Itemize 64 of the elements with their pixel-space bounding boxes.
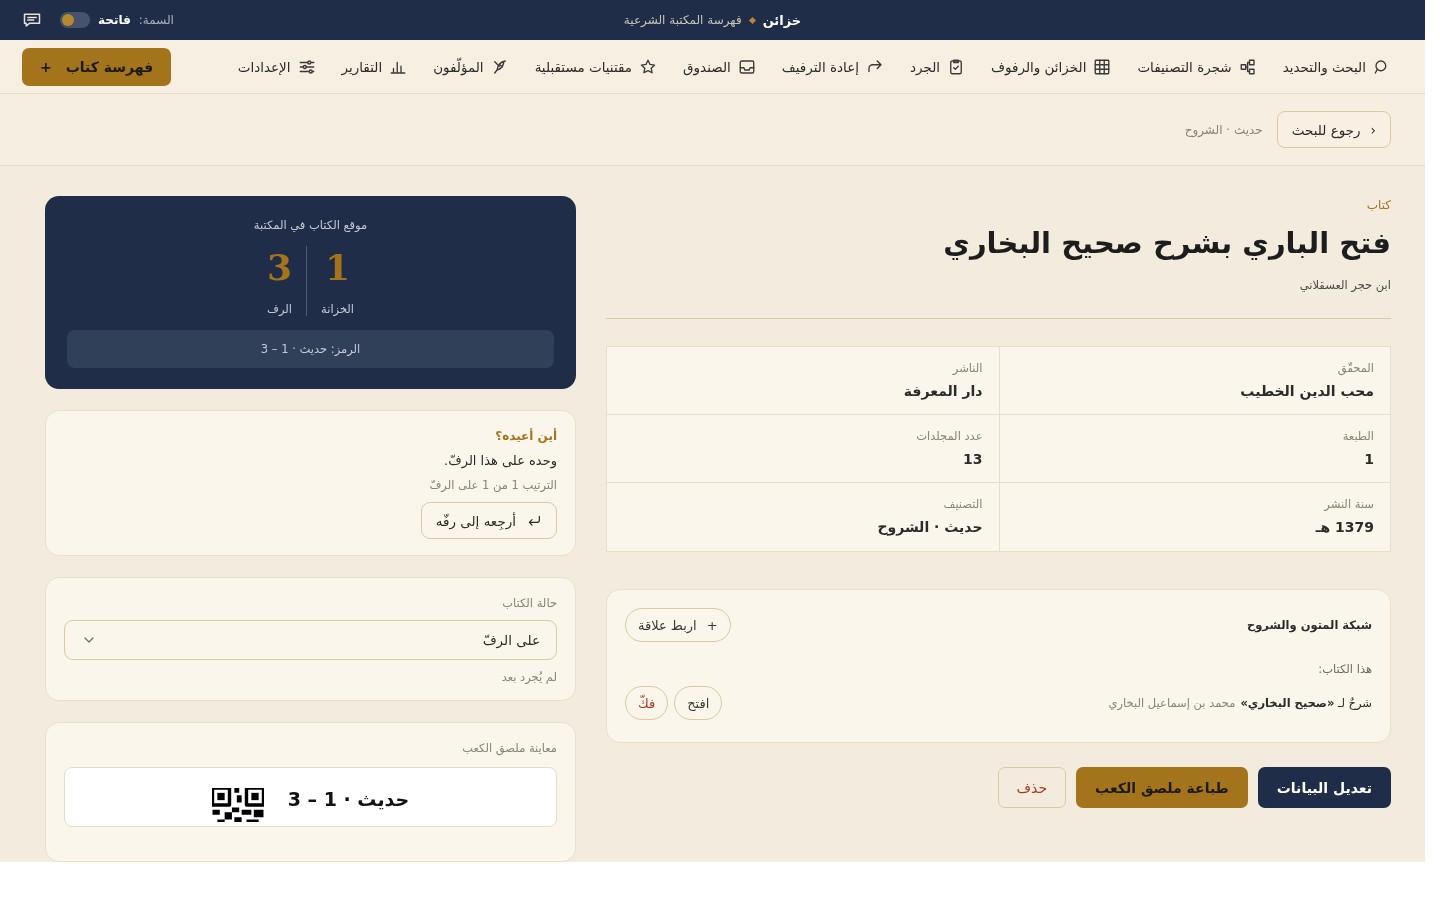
link-relation-button[interactable]: + اربط علاقة bbox=[625, 608, 731, 642]
print-label-button[interactable]: طباعة ملصق الكعب bbox=[1076, 767, 1248, 808]
nav-link[interactable]: مقتنيات مستقبلية bbox=[534, 57, 658, 76]
shelf-position: الترتيب 1 من 1 على الرفّ bbox=[428, 478, 557, 492]
back-button[interactable]: ‹ رجوع للبحث bbox=[1276, 111, 1391, 149]
card-subtitle: هذا الكتاب: bbox=[1317, 662, 1372, 676]
nav-link[interactable]: الإعدادات bbox=[237, 57, 316, 76]
label-text: حديث · 1 – 3 bbox=[287, 788, 410, 812]
sliders-icon bbox=[297, 57, 316, 76]
return-message: وحده على هذا الرفّ. bbox=[443, 453, 557, 468]
nodes-icon bbox=[1238, 57, 1257, 76]
unlink-button[interactable]: فكّ bbox=[625, 686, 669, 720]
field-label: سنة النشر bbox=[1322, 497, 1374, 511]
location-label: الخزانة bbox=[321, 302, 355, 316]
field-label: عدد المجلدات bbox=[915, 429, 983, 443]
field-label: المحقّق bbox=[1336, 361, 1374, 375]
nav-link[interactable]: إعادة الترفيف bbox=[781, 57, 884, 76]
nav-link[interactable]: الخزائن والرفوف bbox=[991, 57, 1112, 76]
field-label: الناشر bbox=[951, 361, 983, 375]
brand-name: خزائن bbox=[762, 12, 802, 28]
nav-link[interactable]: الجرد bbox=[910, 57, 966, 76]
delete-button[interactable]: حذف bbox=[997, 767, 1067, 808]
return-to-shelf-button[interactable]: أرجِعه إلى رفّه bbox=[420, 502, 557, 539]
field-value: 1 bbox=[1363, 451, 1374, 467]
relation-text: شرحٌ لـ «صحيح البخاري» bbox=[1240, 696, 1372, 710]
card-title: شبكة المتون والشروح bbox=[1246, 618, 1372, 632]
card-title: أين أعيده؟ bbox=[494, 429, 557, 443]
nav-link[interactable]: الصندوق bbox=[683, 57, 756, 76]
tray-icon bbox=[737, 57, 756, 76]
field-value: محب الدين الخطيب bbox=[1239, 383, 1374, 399]
breadcrumb-path: حديث · الشروح bbox=[1184, 122, 1263, 137]
grid-icon bbox=[1093, 57, 1112, 76]
location-number: 1 bbox=[325, 246, 351, 288]
nav-link[interactable]: التقارير bbox=[341, 57, 408, 76]
type-label: كتاب bbox=[1365, 198, 1391, 212]
theme-value: فاتحة bbox=[98, 13, 131, 28]
field-value: 1379 هـ bbox=[1314, 519, 1374, 535]
relation-author: محمد بن إسماعيل البخاري bbox=[1108, 696, 1236, 710]
field-value: 13 bbox=[962, 451, 983, 467]
nav-link[interactable]: شجرة التصنيفات bbox=[1137, 57, 1257, 76]
theme-toggle[interactable] bbox=[60, 12, 90, 29]
app-subtitle: فهرسة المكتبة الشرعية bbox=[623, 13, 742, 28]
card-title: موقع الكتاب في المكتبة bbox=[253, 218, 368, 232]
location-number: 3 bbox=[266, 246, 292, 288]
shelf-code: الرمز: حديث · 1 – 3 bbox=[67, 330, 554, 368]
field-label: التصنيف bbox=[942, 497, 983, 511]
status-select[interactable]: على الرفّ bbox=[64, 620, 557, 660]
qr-code-icon bbox=[211, 788, 264, 822]
field-value: دار المعرفة bbox=[902, 383, 983, 399]
status-note: لم يُجرد بعد bbox=[500, 670, 557, 684]
field-label: حالة الكتاب bbox=[501, 596, 557, 610]
open-button[interactable]: افتح bbox=[674, 686, 723, 720]
field-value: حديث · الشروح bbox=[876, 519, 983, 535]
location-label: الرف bbox=[267, 302, 292, 316]
theme-label: السمة: bbox=[138, 13, 174, 28]
nav-link[interactable]: المؤلّفون bbox=[433, 57, 509, 76]
nav-link[interactable]: البحث والتحديد bbox=[1282, 57, 1391, 76]
book-title: فتح الباري بشرح صحيح البخاري bbox=[942, 226, 1391, 260]
add-book-button[interactable]: فهرسة كتاب + bbox=[22, 47, 172, 86]
star-icon bbox=[639, 57, 658, 76]
author-name: ابن حجر العسقلاني bbox=[1298, 278, 1391, 292]
edit-button[interactable]: تعديل البيانات bbox=[1257, 767, 1391, 808]
field-label: الطبعة bbox=[1341, 429, 1374, 443]
card-title: معاينة ملصق الكعب bbox=[461, 741, 557, 755]
